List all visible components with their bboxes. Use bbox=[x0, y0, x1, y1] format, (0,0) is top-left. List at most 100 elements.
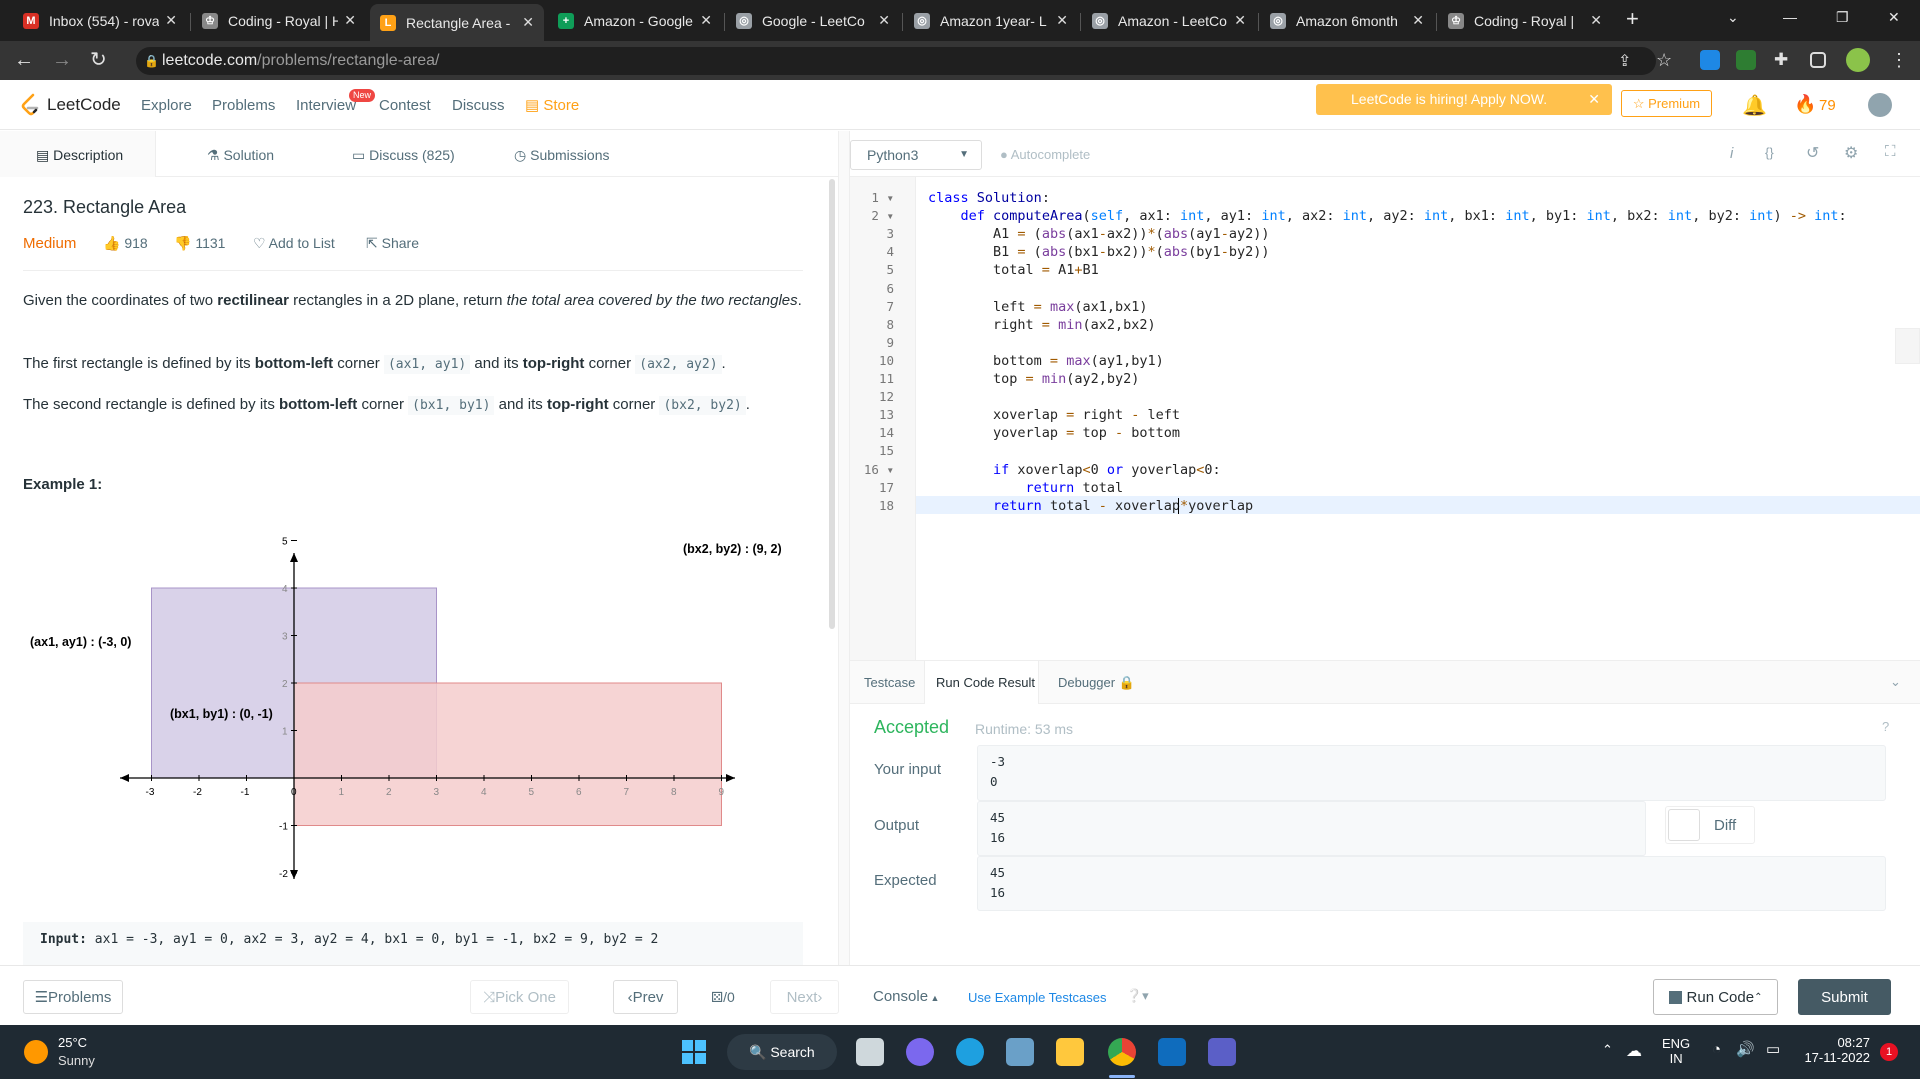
tab-run-code-result[interactable]: Run Code Result bbox=[936, 675, 1035, 690]
bookmark-star-icon[interactable]: ☆ bbox=[1656, 49, 1672, 71]
autocomplete-toggle[interactable]: ● Autocomplete bbox=[1000, 147, 1090, 162]
tab-description[interactable]: ▤ Description bbox=[36, 147, 123, 164]
tab-close-icon[interactable]: ✕ bbox=[344, 12, 356, 29]
info-icon[interactable]: i bbox=[1730, 145, 1733, 162]
problems-list-button[interactable]: ☰ Problems bbox=[23, 980, 123, 1014]
tab-close-icon[interactable]: ✕ bbox=[165, 12, 177, 29]
hiring-banner[interactable]: LeetCode is hiring! Apply NOW. ✕ bbox=[1316, 84, 1612, 115]
task-view-icon[interactable] bbox=[856, 1038, 884, 1066]
next-button[interactable]: Next › bbox=[770, 980, 839, 1014]
code-line[interactable]: return total - xoverlap*yoverlap bbox=[928, 497, 1253, 515]
clock[interactable]: 08:27 17-11-2022 bbox=[1804, 1035, 1870, 1065]
window-close-icon[interactable]: ✕ bbox=[1888, 9, 1900, 26]
share-icon[interactable]: ⇪ bbox=[1618, 51, 1631, 73]
leetcode-logo-icon[interactable] bbox=[20, 93, 40, 117]
add-to-list-button[interactable]: ♡ Add to List bbox=[253, 235, 335, 252]
tab-testcase[interactable]: Testcase bbox=[864, 675, 915, 690]
fullscreen-icon[interactable]: ⛶ bbox=[1885, 143, 1896, 160]
notification-badge[interactable]: 1 bbox=[1880, 1043, 1898, 1061]
tab-discuss[interactable]: ▭ Discuss (825) bbox=[352, 147, 455, 164]
tab-close-icon[interactable]: ✕ bbox=[1412, 12, 1424, 29]
browser-tab[interactable]: + Amazon - Google ✕ bbox=[548, 6, 722, 35]
browser-tab[interactable]: ◎ Amazon 6month ✕ bbox=[1260, 6, 1434, 35]
user-avatar-icon[interactable] bbox=[1868, 93, 1892, 117]
code-line[interactable]: xoverlap = right - left bbox=[928, 406, 1180, 424]
diff-toggle[interactable]: Diff bbox=[1665, 806, 1755, 844]
browser-tab[interactable]: M Inbox (554) - roval ✕ bbox=[13, 6, 187, 35]
tab-solution[interactable]: ⚗ Solution bbox=[207, 147, 274, 164]
new-tab-button[interactable]: + bbox=[1626, 6, 1639, 32]
nav-problems[interactable]: Problems bbox=[212, 97, 275, 114]
chrome-icon[interactable] bbox=[1108, 1038, 1136, 1066]
leetcode-logo-text[interactable]: LeetCode bbox=[47, 95, 121, 115]
react-devtools-icon[interactable] bbox=[1700, 50, 1720, 70]
tab-close-icon[interactable]: ✕ bbox=[700, 12, 712, 29]
run-code-button[interactable]: Run Code ⌃ bbox=[1653, 979, 1778, 1015]
collapse-chevron-icon[interactable]: ⌄ bbox=[1890, 674, 1901, 690]
battery-icon[interactable]: ▭ bbox=[1766, 1040, 1780, 1058]
code-line[interactable]: A1 = (abs(ax1-ax2))*(abs(ay1-ay2)) bbox=[928, 225, 1269, 243]
browser-tab[interactable]: L Rectangle Area - ✕ bbox=[370, 4, 544, 41]
browser-tab[interactable]: ♔ Coding - Royal | ✕ bbox=[1438, 6, 1612, 35]
nav-discuss[interactable]: Discuss bbox=[452, 97, 505, 114]
wifi-icon[interactable]: ◔ bbox=[1712, 1041, 1721, 1058]
code-line[interactable]: return total bbox=[928, 479, 1124, 497]
reload-icon[interactable]: ↻ bbox=[90, 49, 107, 71]
code-line[interactable]: right = min(ax2,bx2) bbox=[928, 316, 1156, 334]
bell-icon[interactable]: 🔔 bbox=[1742, 93, 1767, 118]
nav-explore[interactable]: Explore bbox=[141, 97, 192, 114]
prev-button[interactable]: ‹ Prev bbox=[613, 980, 678, 1014]
onedrive-cloud-icon[interactable]: ☁ bbox=[1626, 1041, 1642, 1061]
extensions-puzzle-icon[interactable]: ✚ bbox=[1774, 49, 1788, 71]
browser-tab[interactable]: ◎ Google - LeetCo ✕ bbox=[726, 6, 900, 35]
sun-weather-icon[interactable] bbox=[24, 1040, 48, 1064]
browser-tab[interactable]: ◎ Amazon - LeetCo ✕ bbox=[1082, 6, 1256, 35]
url-field[interactable]: 🔒 leetcode.com/problems/rectangle-area/ bbox=[136, 47, 1656, 75]
sidepanel-icon[interactable] bbox=[1810, 52, 1826, 68]
side-note-tab[interactable] bbox=[1895, 328, 1920, 364]
braces-icon[interactable]: {} bbox=[1765, 145, 1774, 160]
dislike-button[interactable]: 👎 1131 bbox=[174, 235, 225, 252]
code-line[interactable]: if xoverlap<0 or yoverlap<0: bbox=[928, 461, 1221, 479]
tab-close-icon[interactable]: ✕ bbox=[878, 12, 890, 29]
submit-button[interactable]: Submit bbox=[1798, 979, 1891, 1015]
volume-icon[interactable]: 🔊 bbox=[1736, 1040, 1755, 1058]
profile-avatar[interactable] bbox=[1846, 48, 1870, 72]
forward-icon[interactable]: → bbox=[52, 49, 72, 71]
tab-search-icon[interactable]: ⌄ bbox=[1727, 9, 1739, 26]
panel-splitter[interactable] bbox=[838, 131, 850, 965]
code-line[interactable]: left = max(ax1,bx1) bbox=[928, 298, 1147, 316]
your-input-box[interactable]: -3 0 bbox=[977, 745, 1886, 801]
language-select[interactable]: Python3 ▼ bbox=[850, 140, 982, 170]
tab-close-icon[interactable]: ✕ bbox=[1056, 12, 1068, 29]
menu-dots-icon[interactable]: ⋮ bbox=[1890, 49, 1908, 71]
left-scrollbar[interactable] bbox=[829, 179, 835, 629]
outlook-icon[interactable] bbox=[1158, 1038, 1186, 1066]
settings-gear-icon[interactable]: ⚙ bbox=[1844, 143, 1858, 163]
edge-icon[interactable] bbox=[956, 1038, 984, 1066]
back-icon[interactable]: ← bbox=[14, 49, 34, 71]
help-circle-icon[interactable]: ❔▾ bbox=[1126, 988, 1149, 1004]
teams-icon[interactable] bbox=[1208, 1038, 1236, 1066]
code-line[interactable]: B1 = (abs(bx1-bx2))*(abs(by1-by2)) bbox=[928, 243, 1269, 261]
code-line[interactable]: bottom = max(ay1,by1) bbox=[928, 352, 1164, 370]
restore-icon[interactable]: ❐ bbox=[1836, 9, 1849, 26]
chat-icon[interactable] bbox=[906, 1038, 934, 1066]
like-button[interactable]: 👍 918 bbox=[103, 235, 148, 252]
code-line[interactable]: top = min(ay2,by2) bbox=[928, 370, 1139, 388]
tab-close-icon[interactable]: ✕ bbox=[1590, 12, 1602, 29]
help-icon[interactable]: ? bbox=[1882, 719, 1889, 734]
code-line[interactable]: yoverlap = top - bottom bbox=[928, 424, 1180, 442]
nav-interview[interactable]: Interview bbox=[296, 97, 356, 114]
close-icon[interactable]: ✕ bbox=[1588, 84, 1600, 115]
taskbar-search[interactable]: 🔍 Search bbox=[727, 1034, 837, 1070]
tab-submissions[interactable]: ◷ Submissions bbox=[514, 147, 609, 164]
file-explorer-icon[interactable] bbox=[1056, 1038, 1084, 1066]
streak-fire-icon[interactable]: 🔥 bbox=[1794, 94, 1816, 115]
use-example-testcases-link[interactable]: Use Example Testcases bbox=[968, 990, 1107, 1005]
tab-close-icon[interactable]: ✕ bbox=[522, 14, 534, 31]
premium-button[interactable]: ☆ Premium bbox=[1621, 90, 1712, 117]
photos-icon[interactable] bbox=[1006, 1038, 1034, 1066]
language-indicator[interactable]: ENG IN bbox=[1662, 1036, 1690, 1066]
windows-start-icon[interactable] bbox=[682, 1040, 706, 1064]
